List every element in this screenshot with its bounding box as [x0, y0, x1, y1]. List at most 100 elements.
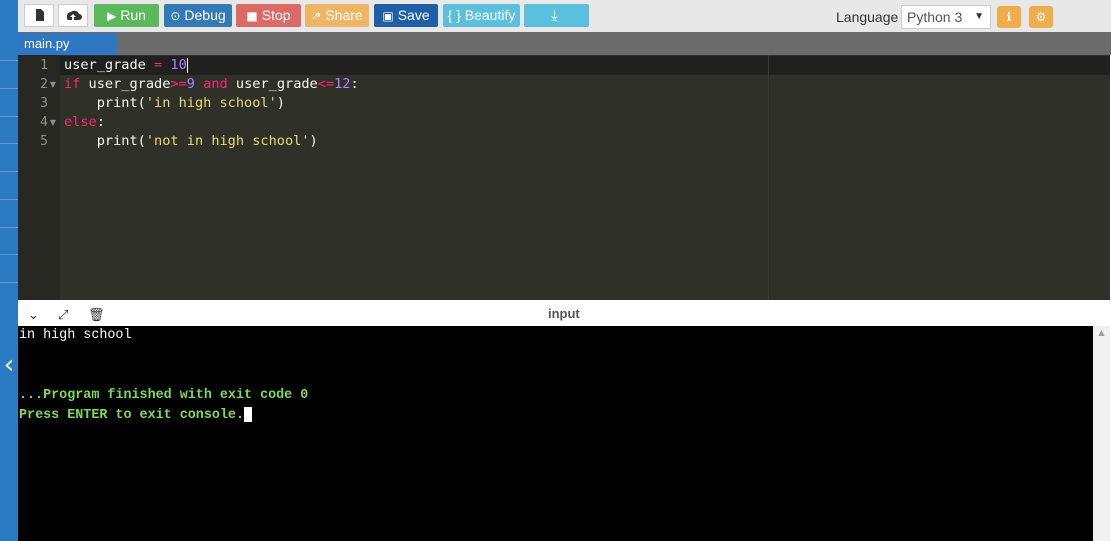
- debug-label: Debug: [184, 7, 226, 23]
- language-value: Python 3: [907, 9, 963, 25]
- download-button[interactable]: ⤓: [524, 4, 589, 27]
- code-token: >=: [170, 76, 187, 92]
- run-button[interactable]: ▶ Run: [94, 4, 159, 27]
- fold-arrow-icon[interactable]: ▼: [50, 113, 56, 132]
- code-token: user_grade: [227, 76, 318, 92]
- code-token: <=: [317, 76, 335, 92]
- gutter-line: 1: [18, 56, 60, 75]
- new-file-icon: [36, 9, 44, 21]
- code-token: :: [96, 114, 105, 130]
- line-number: 3: [40, 96, 48, 111]
- code-line: else:: [64, 113, 105, 132]
- line-number: 5: [40, 134, 48, 149]
- sidebar-divider: [0, 199, 18, 200]
- share-icon: ⇗: [311, 9, 322, 23]
- sidebar-collapse-button[interactable]: ‹: [0, 330, 18, 400]
- clear-console-icon[interactable]: 🗑: [88, 308, 105, 324]
- sidebar-divider: [0, 254, 18, 255]
- info-button[interactable]: ℹ: [997, 6, 1021, 28]
- sidebar-divider: [0, 60, 18, 61]
- share-label: Share: [325, 7, 363, 23]
- code-token: 10: [170, 57, 187, 73]
- line-number: 4: [40, 115, 48, 130]
- toolbar: ▶ Run ⊙ Debug ■ Stop ⇗ Share ▣ Save { } Beaut…: [18, 0, 1111, 33]
- gutter-line: 3: [18, 94, 60, 113]
- chevron-down-icon[interactable]: ⌄: [28, 308, 39, 324]
- tab-main-py[interactable]: main.py: [18, 33, 117, 55]
- code-token: =: [154, 57, 163, 73]
- print-margin: [768, 55, 769, 300]
- code-token: print(: [64, 95, 146, 111]
- play-icon: ▶: [107, 9, 117, 23]
- stop-button[interactable]: ■ Stop: [236, 4, 301, 27]
- stop-label: Stop: [261, 7, 291, 23]
- code-token: else: [64, 114, 97, 130]
- sidebar-divider: [0, 282, 18, 283]
- code-token: and: [203, 76, 228, 92]
- code-line: print('not in high school'): [64, 132, 318, 151]
- console-cursor: [244, 406, 252, 422]
- code-token: ): [309, 133, 318, 149]
- code-token: user_grade: [80, 76, 171, 92]
- beautify-button[interactable]: { } Beautify: [443, 4, 520, 27]
- sidebar-divider: [0, 171, 18, 172]
- code-token: 12: [334, 76, 351, 92]
- console-line: ...Program finished with exit code 0: [19, 388, 309, 403]
- code-editor[interactable]: 1 2 ▼ 3 4 ▼ 5 user_grade = 10 if user_grad…: [18, 55, 1110, 300]
- save-button[interactable]: ▣ Save: [374, 4, 438, 27]
- run-label: Run: [120, 7, 146, 23]
- save-label: Save: [397, 7, 430, 23]
- text-cursor: [186, 57, 188, 73]
- active-line-highlight: [60, 56, 1110, 75]
- code-token: print(: [64, 133, 146, 149]
- console-header: ⌄ ⤢ 🗑 input: [18, 306, 1110, 326]
- cloud-upload-icon: [66, 10, 82, 20]
- console-scrollbar[interactable]: ▲: [1093, 326, 1110, 541]
- code-token: if: [64, 76, 81, 92]
- console-line: Press ENTER to exit console.: [19, 406, 252, 426]
- console-output[interactable]: in high school ...Program finished with …: [18, 326, 1093, 541]
- language-label: Language: [836, 9, 899, 25]
- left-sidebar: [0, 0, 18, 541]
- settings-button[interactable]: ⚙: [1029, 6, 1053, 28]
- code-token: 'not in high school': [145, 133, 310, 149]
- editor-gutter: 1 2 ▼ 3 4 ▼ 5: [18, 55, 60, 300]
- dropdown-arrow-icon: ▼: [974, 11, 984, 22]
- debug-icon: ⊙: [170, 9, 181, 23]
- save-icon: ▣: [382, 9, 394, 23]
- stop-icon: ■: [246, 9, 258, 23]
- code-line: print('in high school'): [64, 94, 285, 113]
- info-icon: ℹ: [1006, 10, 1012, 24]
- gutter-line: 2 ▼: [18, 75, 60, 94]
- new-file-button[interactable]: [24, 4, 54, 27]
- code-line: user_grade = 10: [64, 56, 188, 75]
- download-icon: ⤓: [551, 6, 558, 24]
- gutter-line: 4 ▼: [18, 113, 60, 132]
- code-token: ): [276, 95, 285, 111]
- gutter-line: 5: [18, 132, 60, 151]
- console-line: in high school: [19, 328, 132, 343]
- debug-button[interactable]: ⊙ Debug: [164, 4, 232, 27]
- sidebar-divider: [0, 88, 18, 89]
- sidebar-divider: [0, 116, 18, 117]
- console-input-label: input: [548, 306, 580, 321]
- sidebar-divider: [0, 227, 18, 228]
- code-token: 9: [186, 76, 195, 92]
- code-token: :: [350, 76, 359, 92]
- fold-arrow-icon[interactable]: ▼: [50, 75, 56, 94]
- upload-button[interactable]: [58, 4, 88, 27]
- scroll-up-arrow-icon[interactable]: ▲: [1093, 328, 1110, 337]
- line-number: 1: [40, 58, 48, 73]
- share-button[interactable]: ⇗ Share: [305, 4, 369, 27]
- expand-icon[interactable]: ⤢: [58, 308, 68, 324]
- code-token: user_grade: [64, 57, 155, 73]
- line-number: 2: [40, 77, 48, 92]
- language-select[interactable]: Python 3 ▼: [901, 5, 991, 29]
- code-line: if user_grade>=9 and user_grade<=12:: [64, 75, 359, 94]
- sidebar-divider: [0, 143, 18, 144]
- code-token: 'in high school': [145, 95, 277, 111]
- console-prompt-text: Press ENTER to exit console.: [19, 408, 244, 423]
- file-tab-bar: main.py: [18, 32, 1111, 55]
- beautify-label: { } Beautify: [447, 7, 516, 23]
